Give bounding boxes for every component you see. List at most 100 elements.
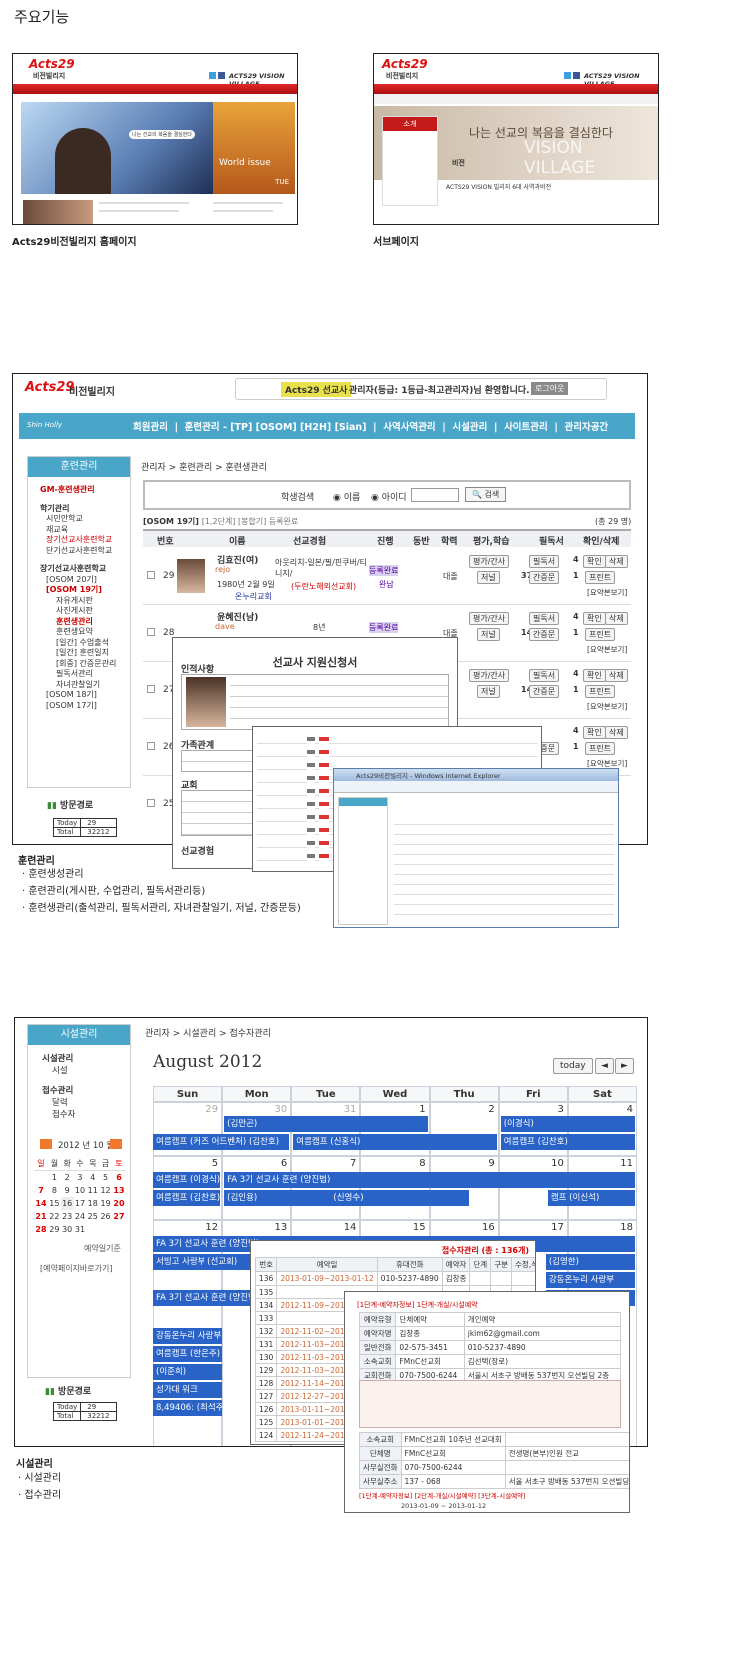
mini-day[interactable]: 13 (112, 1184, 126, 1197)
world-issue-banner[interactable]: World issue TUE (213, 102, 295, 194)
sidebar-item-facility[interactable]: 시설 (42, 1065, 130, 1077)
prev-button[interactable]: ◄ (595, 1058, 614, 1074)
sidebar-item-semester[interactable]: 학기관리 (40, 504, 130, 515)
mini-day[interactable]: 28 (34, 1223, 48, 1236)
mini-calendar[interactable]: 일 월 화 수 목 금 토 1 2 3 4 5 6 7 8 9 10 11 12 13 14 15 16 17 18 19 20 21… (34, 1157, 126, 1236)
mini-day[interactable]: 17 (74, 1197, 87, 1210)
reading-button[interactable]: 필독서 (529, 669, 560, 682)
sidebar-item-osom17[interactable]: [OSOM 17기] (40, 701, 130, 712)
sidebar-item-journal[interactable]: [일간] 훈련일지 (40, 648, 130, 659)
confirm-button[interactable]: 확인 (583, 612, 606, 625)
main-banner[interactable]: 나는 선교의 복음을 결심한다 (21, 102, 213, 194)
sidebar-item-long-term[interactable]: 장기선교사훈련학교 (40, 535, 130, 546)
radio-id[interactable]: ◉ 아이디 (371, 490, 407, 503)
row-checkbox[interactable] (147, 799, 155, 807)
mini-day[interactable]: 8 (48, 1184, 61, 1197)
journal-button[interactable]: 저널 (477, 628, 500, 641)
sidebar-item-osom19[interactable]: [OSOM 19기] (40, 585, 130, 596)
sidebar-item-long-term-school[interactable]: 장기선교사훈련학교 (40, 564, 130, 575)
mini-day[interactable]: 2 (61, 1171, 74, 1185)
mini-day[interactable]: 18 (86, 1197, 99, 1210)
calendar-event[interactable]: 여름캠프 (이경식) (153, 1172, 221, 1188)
print-button[interactable]: 프린트 (585, 742, 616, 755)
row-checkbox[interactable] (147, 685, 155, 693)
mini-day[interactable]: 14 (34, 1197, 48, 1210)
next-button[interactable]: ► (615, 1058, 634, 1074)
sidebar-item-citizen[interactable]: 시민안학교 (40, 514, 130, 525)
calendar-event[interactable]: 여름캠프 (신홍식) (293, 1134, 497, 1150)
sidebar-item-reception[interactable]: 접수관리 (42, 1085, 130, 1097)
day-cell[interactable]: 9 (429, 1156, 499, 1220)
sidebar-item-testimony[interactable]: [회중] 간증문관리 (40, 659, 130, 670)
main-nav[interactable] (13, 84, 297, 94)
calendar-event[interactable]: (김영한) (545, 1254, 635, 1270)
journal-button[interactable]: 저널 (477, 685, 500, 698)
sidebar-item-trainee[interactable]: 훈련생관리 (40, 617, 130, 628)
calendar-event[interactable]: (이경식) (500, 1116, 635, 1132)
mini-day[interactable]: 19 (99, 1197, 112, 1210)
nav-site[interactable]: 사이트관리 (504, 422, 548, 433)
sub-nav[interactable] (374, 94, 658, 104)
radio-name[interactable]: ◉ 이름 (333, 490, 360, 503)
mini-day[interactable]: 7 (34, 1184, 48, 1197)
confirm-button[interactable]: 확인 (583, 669, 606, 682)
mini-day[interactable]: 9 (61, 1184, 74, 1197)
mini-day[interactable]: 15 (48, 1197, 61, 1210)
summary-link[interactable]: [요약본보기] (587, 587, 627, 598)
day-cell[interactable]: 5 (153, 1156, 223, 1220)
sidebar-item-child-diary[interactable]: 자녀관찰일기 (40, 680, 130, 691)
mini-day[interactable]: 20 (112, 1197, 126, 1210)
reading-button[interactable]: 필독서 (529, 612, 560, 625)
day-cell[interactable]: 11 (567, 1156, 637, 1220)
sidebar-item-osom18[interactable]: [OSOM 18기] (40, 690, 130, 701)
mini-day[interactable]: 16 (60, 1197, 74, 1210)
delete-button[interactable]: 삭제 (605, 726, 628, 739)
confirm-button[interactable]: 확인 (583, 726, 606, 739)
reservation-link[interactable]: [예약페이지바로가기] (40, 1263, 112, 1274)
delete-button[interactable]: 삭제 (605, 555, 628, 568)
nav-items[interactable]: 회원관리 | 훈련관리 - [TP] [OSOM] [H2H] [Sian] |… (133, 419, 608, 433)
row-checkbox[interactable] (147, 742, 155, 750)
day-cell[interactable]: 8 (360, 1156, 430, 1220)
sidebar-item-calendar[interactable]: 달력 (42, 1097, 130, 1109)
facebook-icon[interactable] (218, 72, 225, 79)
summary-link[interactable]: [요약본보기] (587, 701, 627, 712)
day-cell[interactable]: 6 (222, 1156, 292, 1220)
calendar-event[interactable]: 강동온누리 사랑부 (545, 1272, 635, 1288)
sidebar-item-short-term[interactable]: 단기선교사훈련학교 (40, 546, 130, 557)
twitter-icon[interactable] (564, 72, 571, 79)
calendar-event[interactable]: 여름캠프 (커즈 어드벤처) (김찬호) (153, 1134, 290, 1150)
mini-day[interactable]: 27 (112, 1210, 126, 1223)
calendar-event[interactable]: (신영수) (330, 1190, 469, 1206)
calendar-event[interactable]: 강동온누리 사랑부 (153, 1328, 223, 1344)
table-row[interactable]: 29 김효진(여) rejo 1980년 2월 9일 온누리교회 아웃리치-일본… (143, 549, 631, 605)
calendar-event[interactable]: 8,49406: (최석주) (153, 1400, 223, 1416)
delete-button[interactable]: 삭제 (605, 669, 628, 682)
mini-day[interactable]: 10 (74, 1184, 87, 1197)
nav-training[interactable]: 훈련관리 - [TP] [OSOM] [H2H] [Sian] (185, 422, 367, 433)
today-button[interactable]: today (553, 1058, 593, 1074)
prev-month-icon[interactable] (40, 1139, 52, 1149)
sidebar-item-photo-board[interactable]: 사진게시판 (40, 606, 130, 617)
print-button[interactable]: 프린트 (585, 685, 616, 698)
calendar-event[interactable]: 성가대 워크 (153, 1382, 223, 1398)
mini-day[interactable]: 26 (99, 1210, 112, 1223)
sidebar-item-summary[interactable]: 훈련생요약 (40, 627, 130, 638)
intro-menu[interactable]: 소개 (383, 117, 437, 131)
sidebar-item-facility-mgmt[interactable]: 시설관리 (42, 1053, 130, 1065)
mini-day[interactable]: 22 (48, 1210, 61, 1223)
nav-mission[interactable]: 사역사역관리 (383, 422, 435, 433)
mini-day[interactable]: 3 (74, 1171, 87, 1185)
nav-member[interactable]: 회원관리 (133, 422, 168, 433)
confirm-button[interactable]: 확인 (583, 555, 606, 568)
print-button[interactable]: 프린트 (585, 571, 616, 584)
calendar-event[interactable]: 여름캠프 (김찬호) (500, 1134, 635, 1150)
mini-day[interactable]: 12 (99, 1184, 112, 1197)
sidebar-item-gm[interactable]: GM-훈련생관리 (40, 485, 130, 496)
mini-day[interactable]: 6 (112, 1171, 126, 1185)
testimony-button[interactable]: 간증문 (529, 685, 560, 698)
address-bar[interactable] (334, 781, 618, 793)
nav-facility[interactable]: 시설관리 (452, 422, 487, 433)
testimony-button[interactable]: 간증문 (529, 571, 560, 584)
search-button[interactable]: 🔍 검색 (465, 487, 507, 502)
